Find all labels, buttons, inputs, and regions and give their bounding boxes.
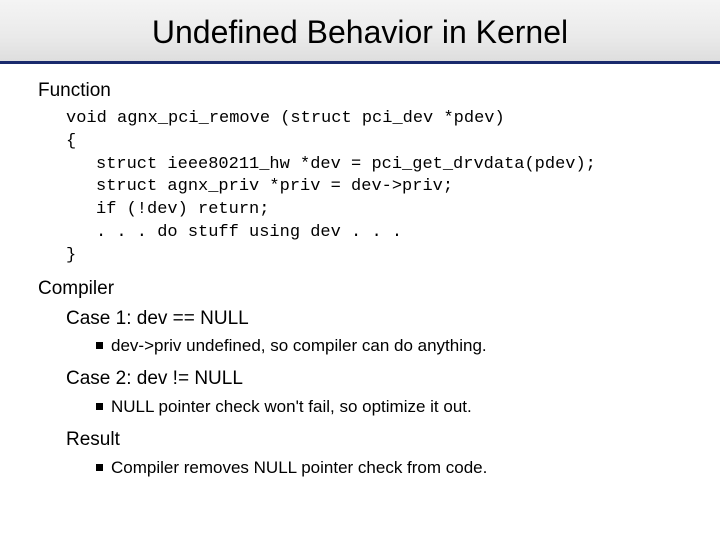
bullet-text: dev->priv undefined, so compiler can do … xyxy=(111,335,487,358)
result-bullet: Compiler removes NULL pointer check from… xyxy=(38,457,682,480)
slide-content: Function void agnx_pci_remove (struct pc… xyxy=(0,64,720,480)
slide-title: Undefined Behavior in Kernel xyxy=(0,14,720,51)
code-line: } xyxy=(66,245,682,268)
section-compiler: Compiler xyxy=(38,276,682,302)
section-function: Function xyxy=(38,78,682,104)
result-label: Result xyxy=(38,427,682,453)
bullet-icon xyxy=(96,464,103,471)
case1-label: Case 1: dev == NULL xyxy=(38,306,682,332)
case2-bullet: NULL pointer check won't fail, so optimi… xyxy=(38,396,682,419)
bullet-icon xyxy=(96,403,103,410)
bullet-icon xyxy=(96,342,103,349)
code-line: . . . do stuff using dev . . . xyxy=(66,222,682,245)
code-line: if (!dev) return; xyxy=(66,199,682,222)
code-line: { xyxy=(66,131,682,154)
code-line: struct agnx_priv *priv = dev->priv; xyxy=(66,176,682,199)
code-line: struct ieee80211_hw *dev = pci_get_drvda… xyxy=(66,154,682,177)
code-line: void agnx_pci_remove (struct pci_dev *pd… xyxy=(66,108,682,131)
code-block: void agnx_pci_remove (struct pci_dev *pd… xyxy=(38,108,682,269)
case2-label: Case 2: dev != NULL xyxy=(38,366,682,392)
bullet-text: Compiler removes NULL pointer check from… xyxy=(111,457,487,480)
case1-bullet: dev->priv undefined, so compiler can do … xyxy=(38,335,682,358)
bullet-text: NULL pointer check won't fail, so optimi… xyxy=(111,396,472,419)
title-bar: Undefined Behavior in Kernel xyxy=(0,0,720,64)
